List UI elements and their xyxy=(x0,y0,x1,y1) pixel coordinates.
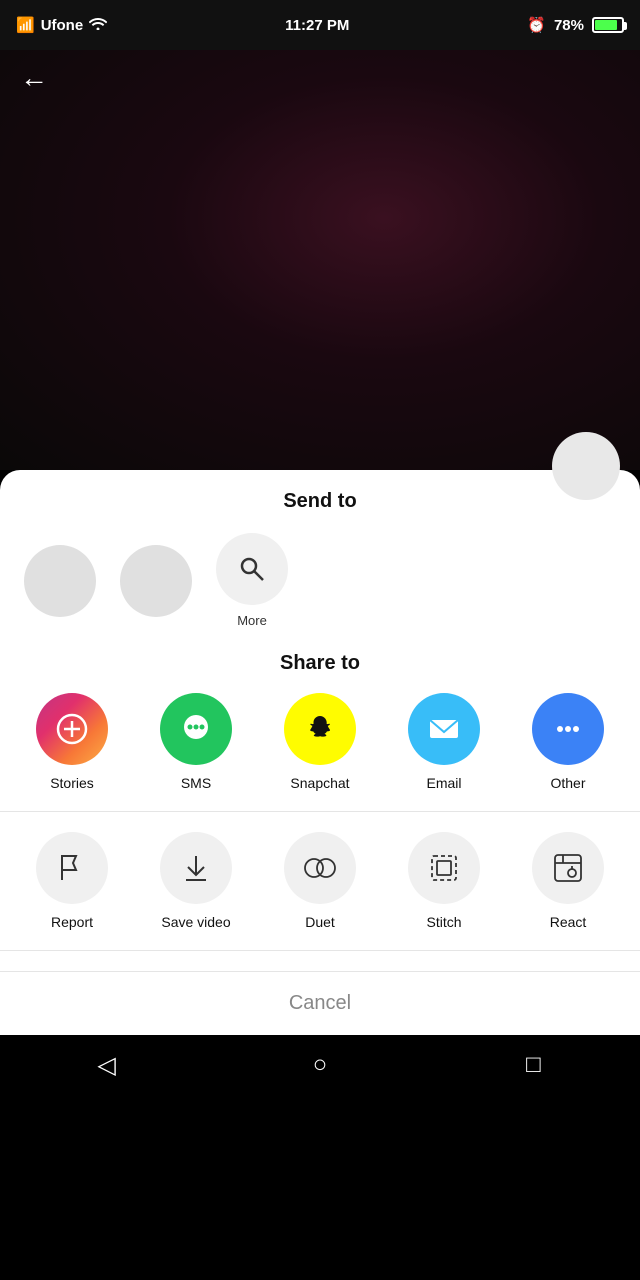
action-report[interactable]: Report xyxy=(22,832,122,930)
divider-2 xyxy=(0,950,640,951)
email-label: Email xyxy=(426,775,461,791)
navigation-bar: ◁ ○ □ xyxy=(0,1035,640,1095)
cancel-label: Cancel xyxy=(289,992,351,1015)
report-label: Report xyxy=(51,914,93,930)
stories-label: Stories xyxy=(50,775,94,791)
battery-icon xyxy=(592,17,624,33)
stitch-label: Stitch xyxy=(426,914,461,930)
divider-1 xyxy=(0,811,640,812)
stories-icon xyxy=(36,693,108,765)
signal-icon: 📶 xyxy=(16,16,35,34)
sms-icon xyxy=(160,693,232,765)
nav-back-button[interactable]: ◁ xyxy=(77,1035,137,1095)
actions-row: Report Save video Duet xyxy=(0,832,640,950)
share-snapchat[interactable]: Snapchat xyxy=(270,693,370,791)
status-left: 📶 Ufone xyxy=(16,16,107,34)
bottom-sheet: Send to More Share to xyxy=(0,470,640,1035)
battery-percent: 78% xyxy=(554,17,584,34)
cancel-button[interactable]: Cancel xyxy=(0,971,640,1035)
report-icon xyxy=(36,832,108,904)
snapchat-label: Snapchat xyxy=(290,775,349,791)
more-item[interactable]: More xyxy=(212,533,292,628)
contact-item-2 xyxy=(116,545,196,617)
more-search-circle[interactable] xyxy=(216,533,288,605)
react-label: React xyxy=(550,914,587,930)
stitch-icon xyxy=(408,832,480,904)
contact-avatar-2 xyxy=(120,545,192,617)
action-save-video[interactable]: Save video xyxy=(146,832,246,930)
other-label: Other xyxy=(550,775,585,791)
snapchat-icon xyxy=(284,693,356,765)
status-bar: 📶 Ufone 11:27 PM ⏰ 78% xyxy=(0,0,640,50)
carrier-name: Ufone xyxy=(41,17,84,34)
save-video-icon xyxy=(160,832,232,904)
send-to-row: More xyxy=(0,533,640,648)
action-stitch[interactable]: Stitch xyxy=(394,832,494,930)
floating-avatar xyxy=(552,432,620,500)
alarm-icon: ⏰ xyxy=(527,16,546,34)
video-area: ← xyxy=(0,50,640,470)
save-video-label: Save video xyxy=(161,914,230,930)
share-stories[interactable]: Stories xyxy=(22,693,122,791)
nav-home-button[interactable]: ○ xyxy=(290,1035,350,1095)
contact-avatar-1 xyxy=(24,545,96,617)
action-react[interactable]: React xyxy=(518,832,618,930)
duet-icon xyxy=(284,832,356,904)
wifi-icon xyxy=(89,16,107,34)
share-to-title: Share to xyxy=(0,652,640,675)
nav-recents-button[interactable]: □ xyxy=(503,1035,563,1095)
current-time: 11:27 PM xyxy=(285,17,349,34)
status-right: ⏰ 78% xyxy=(527,16,624,34)
other-icon xyxy=(532,693,604,765)
send-to-title: Send to xyxy=(0,490,640,513)
share-sms[interactable]: SMS xyxy=(146,693,246,791)
contact-item-1 xyxy=(20,545,100,617)
share-to-row: Stories SMS Snapchat xyxy=(0,693,640,811)
share-email[interactable]: Email xyxy=(394,693,494,791)
duet-label: Duet xyxy=(305,914,335,930)
more-label: More xyxy=(237,613,267,628)
share-other[interactable]: Other xyxy=(518,693,618,791)
search-icon xyxy=(236,553,268,585)
action-duet[interactable]: Duet xyxy=(270,832,370,930)
back-button[interactable]: ← xyxy=(20,62,48,94)
email-icon xyxy=(408,693,480,765)
react-icon xyxy=(532,832,604,904)
sms-label: SMS xyxy=(181,775,211,791)
